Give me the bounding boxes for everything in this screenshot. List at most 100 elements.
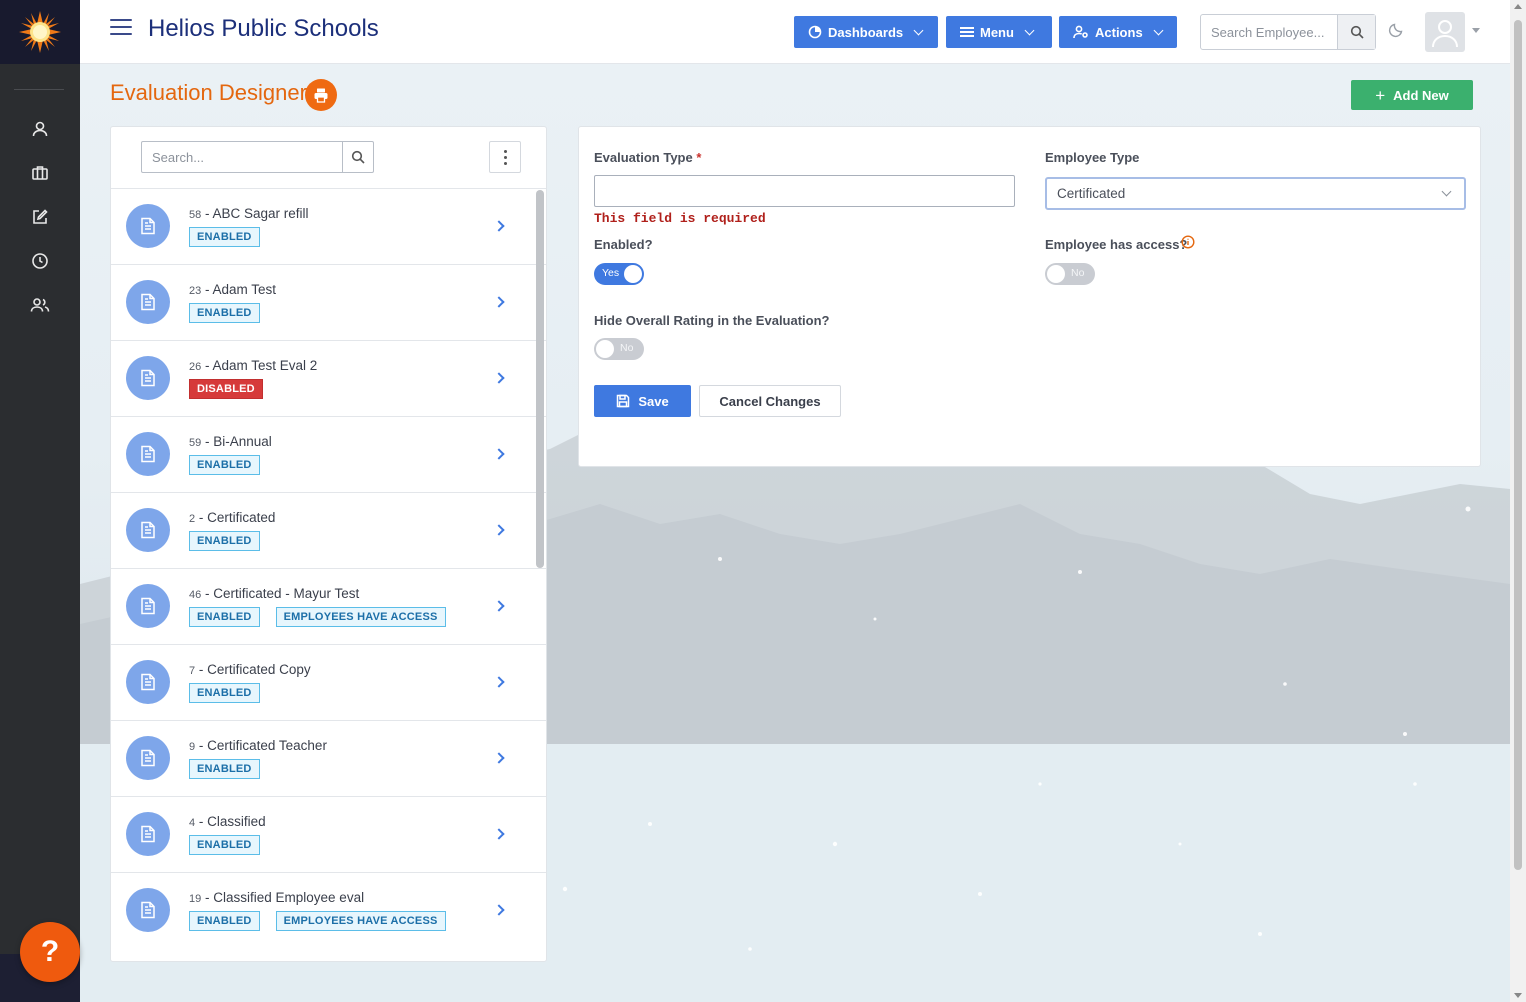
evaluation-list-panel: 58 - ABC Sagar refillENABLED23 - Adam Te… xyxy=(110,126,547,962)
list-item[interactable]: 46 - Certificated - Mayur Test ENABLED EMP… xyxy=(111,568,546,644)
required-mark: * xyxy=(696,150,702,165)
scroll-up-icon[interactable] xyxy=(1514,4,1522,9)
list-item[interactable]: 19 - Classified Employee eval ENABLED EMPL… xyxy=(111,872,546,948)
list-item-badges: ENABLED xyxy=(189,455,260,475)
menu-label: Menu xyxy=(980,24,1014,40)
evaluation-list: 58 - ABC Sagar refill ENABLED 23 - Adam Te… xyxy=(111,188,546,961)
person-icon[interactable] xyxy=(28,117,52,141)
print-button[interactable] xyxy=(305,79,337,111)
scroll-down-icon[interactable] xyxy=(1514,993,1522,998)
chevron-right-icon[interactable] xyxy=(493,600,505,612)
chevron-right-icon[interactable] xyxy=(493,448,505,460)
list-item[interactable]: 2 - Certificated ENABLED xyxy=(111,492,546,568)
list-item-separator: - xyxy=(201,206,213,221)
chevron-right-icon[interactable] xyxy=(493,752,505,764)
list-item-badges: ENABLED EMPLOYEES HAVE ACCESS xyxy=(189,607,446,627)
enabled-toggle-text: Yes xyxy=(602,267,620,279)
more-options-icon[interactable] xyxy=(489,141,521,173)
enabled-badge: ENABLED xyxy=(189,303,260,323)
disabled-badge: DISABLED xyxy=(189,379,263,399)
chevron-right-icon[interactable] xyxy=(493,524,505,536)
list-item-title: 46 - Certificated - Mayur Test xyxy=(189,586,359,601)
list-item[interactable]: 7 - Certificated Copy ENABLED xyxy=(111,644,546,720)
list-item-separator: - xyxy=(195,738,208,753)
menu-button[interactable]: Menu xyxy=(946,16,1052,48)
list-search-button[interactable] xyxy=(342,142,373,172)
hamburger-icon[interactable] xyxy=(110,19,132,39)
employee-access-toggle-text: No xyxy=(1071,267,1085,279)
search-icon xyxy=(351,150,365,164)
employee-search-input[interactable] xyxy=(1201,15,1337,49)
list-item-title: 59 - Bi-Annual xyxy=(189,434,272,449)
actions-button[interactable]: Actions xyxy=(1059,16,1177,48)
add-new-button[interactable]: + Add New xyxy=(1351,80,1473,110)
avatar-caret-icon[interactable] xyxy=(1472,28,1480,33)
list-item[interactable]: 58 - ABC Sagar refill ENABLED xyxy=(111,188,546,264)
rail-divider xyxy=(14,89,64,90)
scrollbar-thumb[interactable] xyxy=(1514,20,1522,870)
access-badge: EMPLOYEES HAVE ACCESS xyxy=(275,607,446,627)
chevron-right-icon[interactable] xyxy=(493,904,505,916)
list-item-separator: - xyxy=(201,586,214,601)
info-icon[interactable] xyxy=(1181,235,1195,249)
floppy-icon xyxy=(617,394,630,408)
briefcase-icon[interactable] xyxy=(28,161,52,185)
list-item-name: Certificated xyxy=(207,510,276,525)
list-item-title: 4 - Classified xyxy=(189,814,266,829)
list-item[interactable]: 23 - Adam Test ENABLED xyxy=(111,264,546,340)
list-item-name: Classified Employee eval xyxy=(213,890,365,905)
access-badge: EMPLOYEES HAVE ACCESS xyxy=(275,911,446,931)
cancel-changes-button[interactable]: Cancel Changes xyxy=(699,385,841,417)
enabled-badge: ENABLED xyxy=(189,227,260,247)
list-item[interactable]: 59 - Bi-Annual ENABLED xyxy=(111,416,546,492)
enabled-toggle[interactable]: Yes xyxy=(594,263,644,285)
list-item-number: 58 xyxy=(189,209,202,221)
list-item-title: 19 - Classified Employee eval xyxy=(189,890,364,905)
list-item-badges: ENABLED xyxy=(189,835,260,855)
edit-icon[interactable] xyxy=(28,205,52,229)
employee-access-label: Employee has access? xyxy=(1045,237,1188,252)
help-button[interactable]: ? xyxy=(20,922,80,982)
chevron-down-icon xyxy=(913,25,924,35)
list-item[interactable]: 9 - Certificated Teacher ENABLED xyxy=(111,720,546,796)
chevron-down-icon xyxy=(1153,25,1164,35)
list-item[interactable]: 26 - Adam Test Eval 2 DISABLED xyxy=(111,340,546,416)
search-icon xyxy=(1350,25,1364,39)
list-item-badges: ENABLED xyxy=(189,227,260,247)
chevron-right-icon[interactable] xyxy=(493,296,505,308)
employee-access-toggle[interactable]: No xyxy=(1045,263,1095,285)
evaluation-form: Evaluation Type * This field is required… xyxy=(578,126,1481,467)
list-item-name: Adam Test xyxy=(212,282,277,297)
document-icon xyxy=(126,356,170,400)
list-item-name: Bi-Annual xyxy=(213,434,272,449)
chevron-right-icon[interactable] xyxy=(493,676,505,688)
list-item-name: Certificated Teacher xyxy=(207,738,327,753)
pie-chart-icon xyxy=(808,25,822,39)
employee-type-value: Certificated xyxy=(1057,186,1126,201)
employee-search-button[interactable] xyxy=(1337,15,1375,49)
app-title: Helios Public Schools xyxy=(148,15,379,42)
dashboards-button[interactable]: Dashboards xyxy=(794,16,938,48)
toggle-knob xyxy=(1047,265,1065,283)
helios-logo[interactable] xyxy=(0,0,80,64)
list-search xyxy=(141,141,374,173)
enabled-badge: ENABLED xyxy=(189,835,260,855)
list-item-badges: ENABLED xyxy=(189,303,260,323)
clock-icon[interactable] xyxy=(28,249,52,273)
chevron-right-icon[interactable] xyxy=(493,220,505,232)
hide-rating-toggle[interactable]: No xyxy=(594,338,644,360)
list-item-name: ABC Sagar refill xyxy=(212,206,309,221)
list-item[interactable]: 4 - Classified ENABLED xyxy=(111,796,546,872)
user-avatar[interactable] xyxy=(1425,12,1465,52)
evaluation-type-input[interactable] xyxy=(594,175,1015,207)
employee-type-select[interactable]: Certificated xyxy=(1045,177,1466,210)
chevron-right-icon[interactable] xyxy=(493,828,505,840)
list-scrollbar[interactable] xyxy=(536,190,544,568)
window-scrollbar[interactable] xyxy=(1510,0,1526,1002)
list-search-input[interactable] xyxy=(142,142,342,172)
users-icon[interactable] xyxy=(28,293,52,317)
chevron-right-icon[interactable] xyxy=(493,372,505,384)
dashboards-label: Dashboards xyxy=(828,24,904,40)
save-button[interactable]: Save xyxy=(594,385,691,417)
moon-icon[interactable] xyxy=(1388,20,1408,40)
